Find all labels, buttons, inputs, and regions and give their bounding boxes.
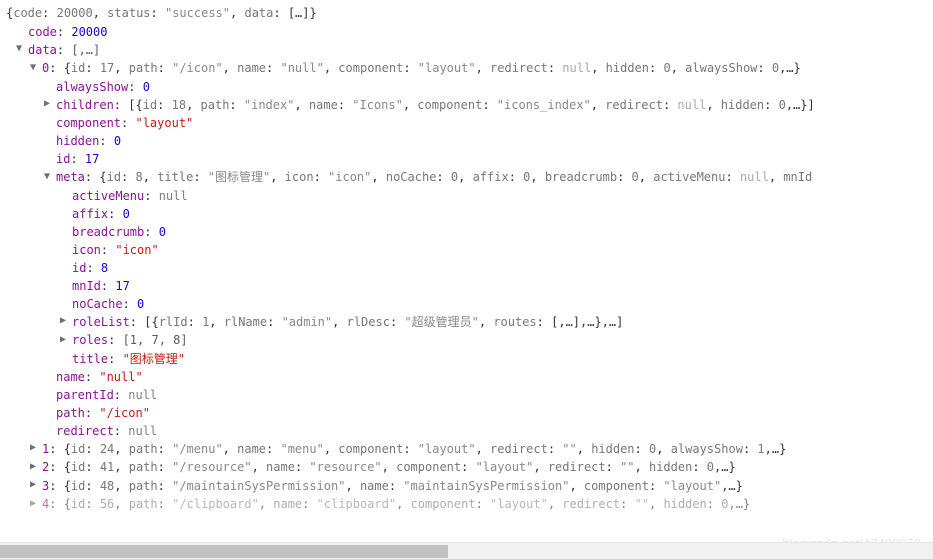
chevron-right-icon[interactable]: ▶ (30, 476, 40, 494)
chevron-down-icon[interactable]: ▼ (44, 168, 54, 186)
prop-icon[interactable]: icon: "icon" (0, 241, 933, 259)
prop-roleList[interactable]: ▶roleList: [{rlId: 1, rlName: "admin", r… (0, 313, 933, 332)
prop-path[interactable]: path: "/icon" (0, 404, 933, 422)
scrollbar-thumb[interactable] (0, 545, 448, 558)
array-item-3[interactable]: ▶3: {id: 48, path: "/maintainSysPermissi… (0, 477, 933, 496)
array-item-0[interactable]: ▼0: {id: 17, path: "/icon", name: "null"… (0, 59, 933, 78)
prop-redirect[interactable]: redirect: null (0, 422, 933, 440)
chevron-down-icon[interactable]: ▼ (16, 40, 26, 58)
prop-meta-id[interactable]: id: 8 (0, 259, 933, 277)
chevron-down-icon[interactable]: ▼ (0, 4, 4, 22)
prop-affix[interactable]: affix: 0 (0, 205, 933, 223)
prop-name[interactable]: name: "null" (0, 368, 933, 386)
prop-code[interactable]: code: 20000 (0, 23, 933, 41)
prop-component[interactable]: component: "layout" (0, 114, 933, 132)
prop-hidden[interactable]: hidden: 0 (0, 132, 933, 150)
root-summary[interactable]: ▼{code: 20000, status: "success", data: … (0, 4, 933, 23)
prop-id[interactable]: id: 17 (0, 150, 933, 168)
prop-alwaysShow[interactable]: alwaysShow: 0 (0, 78, 933, 96)
prop-meta[interactable]: ▼meta: {id: 8, title: "图标管理", icon: "ico… (0, 168, 933, 187)
chevron-right-icon[interactable]: ▶ (44, 95, 54, 113)
prop-children[interactable]: ▶children: [{id: 18, path: "index", name… (0, 96, 933, 115)
prop-noCache[interactable]: noCache: 0 (0, 295, 933, 313)
chevron-down-icon[interactable]: ▼ (30, 59, 40, 77)
array-item-4[interactable]: ▶4: {id: 56, path: "/clipboard", name: "… (0, 495, 933, 514)
prop-mnId[interactable]: mnId: 17 (0, 277, 933, 295)
array-item-1[interactable]: ▶1: {id: 24, path: "/menu", name: "menu"… (0, 440, 933, 459)
prop-breadcrumb[interactable]: breadcrumb: 0 (0, 223, 933, 241)
chevron-right-icon[interactable]: ▶ (30, 458, 40, 476)
prop-data[interactable]: ▼data: [,…] (0, 41, 933, 60)
prop-title[interactable]: title: "图标管理" (0, 350, 933, 368)
prop-roles[interactable]: ▶roles: [1, 7, 8] (0, 331, 933, 350)
chevron-right-icon[interactable]: ▶ (60, 331, 70, 349)
prop-parentId[interactable]: parentId: null (0, 386, 933, 404)
array-item-2[interactable]: ▶2: {id: 41, path: "/resource", name: "r… (0, 458, 933, 477)
chevron-right-icon[interactable]: ▶ (30, 439, 40, 457)
prop-activeMenu[interactable]: activeMenu: null (0, 187, 933, 205)
chevron-right-icon[interactable]: ▶ (60, 312, 70, 330)
horizontal-scrollbar[interactable] (0, 542, 933, 559)
chevron-right-icon[interactable]: ▶ (30, 495, 40, 513)
